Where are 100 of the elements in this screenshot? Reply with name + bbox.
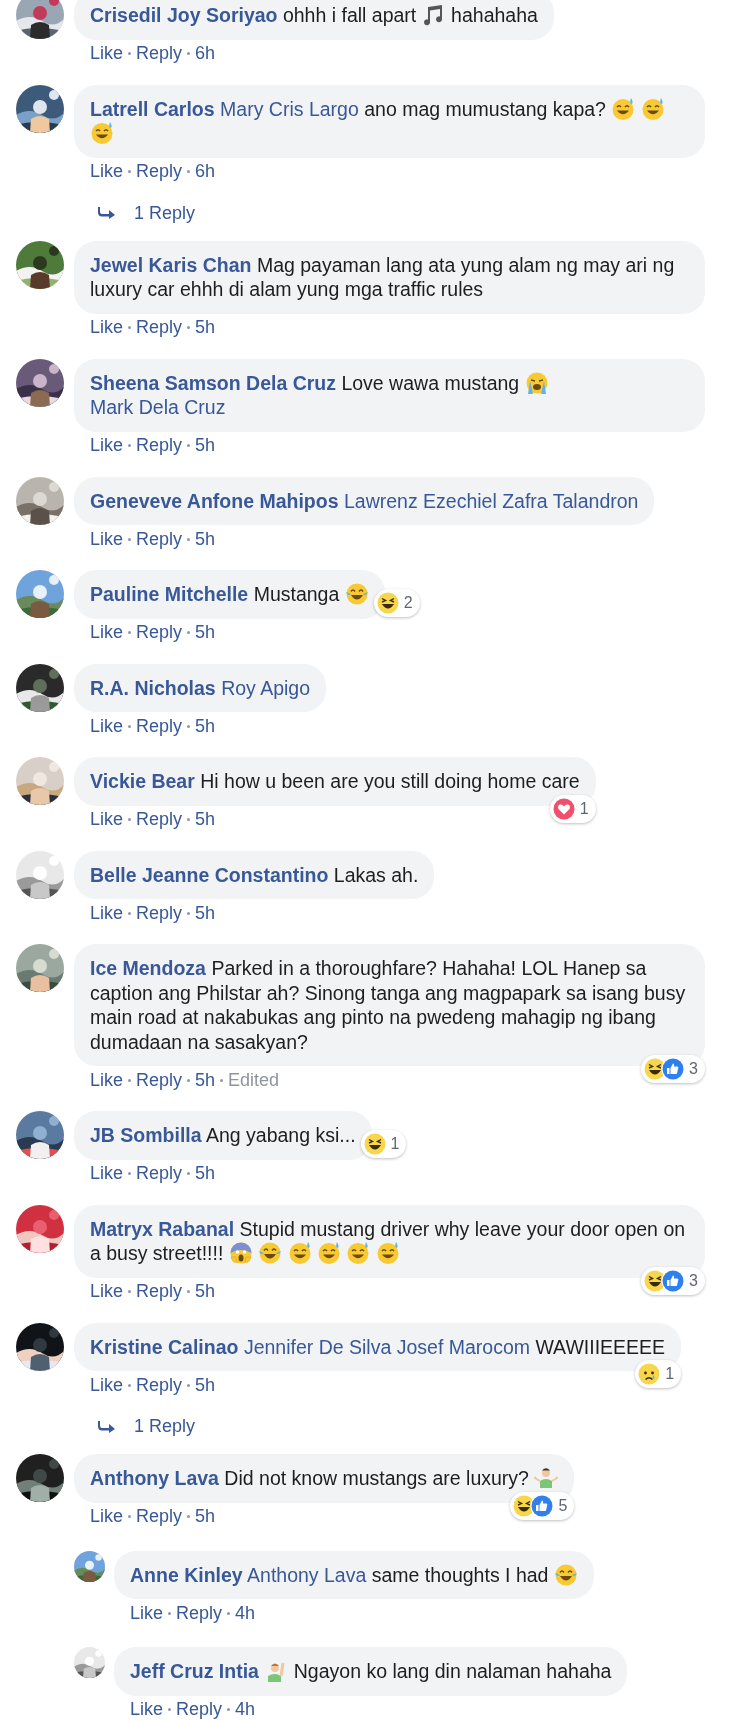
reply-link[interactable]: Reply (136, 525, 183, 553)
timestamp-link[interactable]: 5h (195, 314, 216, 341)
comment-text: Latrell Carlos Mary Cris Largo ano mag mumustang kapa? (90, 96, 689, 146)
timestamp-link[interactable]: 5h (195, 1160, 216, 1187)
reply-link[interactable]: Reply (136, 314, 183, 341)
laughing-reaction-icon (362, 1131, 387, 1156)
comment-text: Belle Jeanne Constantino Lakas ah. (90, 862, 419, 887)
reply-link[interactable]: Reply (136, 1278, 183, 1305)
author-name-link[interactable]: Ice Mendoza (90, 957, 206, 979)
reaction-count: 3 (689, 1059, 698, 1079)
reactions-badge[interactable]: 3 (641, 1266, 705, 1295)
like-link[interactable]: Like (90, 1371, 124, 1399)
mention-link[interactable]: Lawrenz Ezechiel Zafra Talandron (343, 489, 639, 512)
reply-link[interactable]: Reply (136, 1503, 183, 1530)
author-name-link[interactable]: Anne Kinley (130, 1563, 243, 1586)
like-link[interactable]: Like (130, 1696, 164, 1722)
reactions-badge[interactable]: 1 (360, 1129, 407, 1158)
like-link[interactable]: Like (90, 40, 124, 67)
reaction-count: 2 (403, 592, 413, 613)
mention-link[interactable]: Josef Marocom (396, 1335, 530, 1358)
comment-text: Vickie Bear Hi how u been are you still doing home care (90, 769, 580, 794)
author-name-link[interactable]: Matryx Rabanal (90, 1217, 235, 1240)
author-name-link[interactable]: Jeff Cruz Intia (130, 1660, 259, 1682)
comment-text: Anne Kinley Anthony Lava same thoughts I had (130, 1562, 578, 1587)
like-link[interactable]: Like (130, 1599, 164, 1627)
like-link[interactable]: Like (90, 158, 124, 185)
timestamp-link[interactable]: 5h (195, 432, 216, 459)
reply-link[interactable]: Reply (136, 619, 183, 646)
mention-link[interactable]: Jennifer De Silva (243, 1335, 392, 1358)
reactions-badge[interactable]: 1 (635, 1360, 682, 1388)
like-link[interactable]: Like (90, 1160, 124, 1187)
like-link[interactable]: Like (90, 1066, 124, 1094)
like-link[interactable]: Like (90, 712, 124, 740)
comment-text: Kristine Calinao Jennifer De Silva Josef Marocom WAWIIIEEEEE (90, 1334, 666, 1359)
author-name-link[interactable]: R.A. Nicholas (90, 676, 216, 699)
timestamp-link[interactable]: 5h (195, 1278, 216, 1305)
reply-link[interactable]: Reply (176, 1696, 223, 1722)
reply-link[interactable]: Reply (136, 899, 183, 927)
timestamp-link[interactable]: 5h (195, 1503, 216, 1530)
timestamp-link[interactable]: 4h (235, 1599, 256, 1627)
timestamp-link[interactable]: 5h (195, 1371, 216, 1399)
reply-link[interactable]: Reply (176, 1599, 223, 1627)
author-name-link[interactable]: Crisedil Joy Soriyao (90, 4, 278, 26)
mention-link[interactable]: Mark Dela Cruz (90, 396, 226, 418)
timestamp-link[interactable]: 5h (195, 619, 216, 646)
reactions-badge[interactable]: 5 (510, 1491, 575, 1520)
grin-sweat-emoji-icon (611, 96, 636, 121)
timestamp-link[interactable]: 5h (195, 806, 216, 833)
like-link[interactable]: Like (90, 432, 124, 459)
like-link[interactable]: Like (90, 1503, 124, 1530)
author-name-link[interactable]: Latrell Carlos (90, 97, 215, 120)
reply-link[interactable]: Reply (136, 158, 183, 185)
reply-link[interactable]: Reply (136, 40, 183, 67)
thumbs-up-reaction-icon (661, 1057, 686, 1081)
timestamp-link[interactable]: 5h (195, 525, 216, 553)
author-name-link[interactable]: Anthony Lava (90, 1467, 219, 1489)
reply-link[interactable]: Reply (136, 1371, 183, 1399)
edited-label: Edited (228, 1068, 280, 1092)
reply-link[interactable]: Reply (136, 432, 183, 459)
mention-link[interactable]: Roy Apigo (221, 676, 311, 699)
timestamp-link[interactable]: 5h (195, 1066, 216, 1094)
author-name-link[interactable]: Geneveve Anfone Mahipos (90, 489, 339, 512)
timestamp-link[interactable]: 5h (195, 899, 216, 927)
timestamp-link[interactable]: 6h (195, 40, 216, 67)
reply-arrow-icon (98, 207, 115, 219)
like-link[interactable]: Like (90, 1278, 124, 1305)
reactions-badge[interactable]: 3 (641, 1055, 705, 1083)
like-link[interactable]: Like (90, 806, 124, 833)
mention-link[interactable]: Anthony Lava (247, 1563, 367, 1586)
reply-arrow-icon (98, 1420, 115, 1433)
view-replies-link[interactable]: 1 Reply (74, 199, 196, 227)
reply-link[interactable]: Reply (136, 806, 183, 833)
timestamp-link[interactable]: 4h (235, 1696, 256, 1722)
author-name-link[interactable]: Kristine Calinao (90, 1335, 239, 1358)
grin-sweat-emoji-icon (346, 1241, 371, 1265)
author-name-link[interactable]: Pauline Mitchelle (90, 583, 249, 605)
reply-link[interactable]: Reply (136, 1066, 183, 1094)
author-name-link[interactable]: Belle Jeanne Constantino (90, 863, 329, 886)
author-name-link[interactable]: Sheena Samson Dela Cruz (90, 371, 336, 394)
like-link[interactable]: Like (90, 619, 124, 646)
sad-reaction-icon (637, 1362, 662, 1386)
like-link[interactable]: Like (90, 314, 124, 341)
like-link[interactable]: Like (90, 899, 124, 927)
timestamp-link[interactable]: 6h (195, 158, 216, 185)
reply-link[interactable]: Reply (136, 712, 183, 740)
reactions-badge[interactable]: 2 (373, 588, 420, 617)
author-name-link[interactable]: JB Sombilla (90, 1124, 202, 1146)
comment-text: Anthony Lava Did not know mustangs are luxury? (90, 1466, 559, 1491)
mention-link[interactable]: Mary Cris Largo (220, 97, 359, 120)
reaction-count: 3 (689, 1270, 698, 1291)
laughing-reaction-icon (375, 590, 400, 615)
reply-link[interactable]: Reply (136, 1160, 183, 1187)
reactions-badge[interactable]: 1 (549, 794, 596, 823)
thumbs-up-reaction-icon (661, 1268, 686, 1293)
author-name-link[interactable]: Jewel Karis Chan (90, 253, 252, 276)
timestamp-link[interactable]: 5h (195, 712, 216, 740)
comment-text: JB Sombilla Ang yabang ksi... (90, 1123, 356, 1148)
author-name-link[interactable]: Vickie Bear (90, 770, 195, 792)
like-link[interactable]: Like (90, 525, 124, 553)
view-replies-link[interactable]: 1 Reply (74, 1413, 196, 1440)
